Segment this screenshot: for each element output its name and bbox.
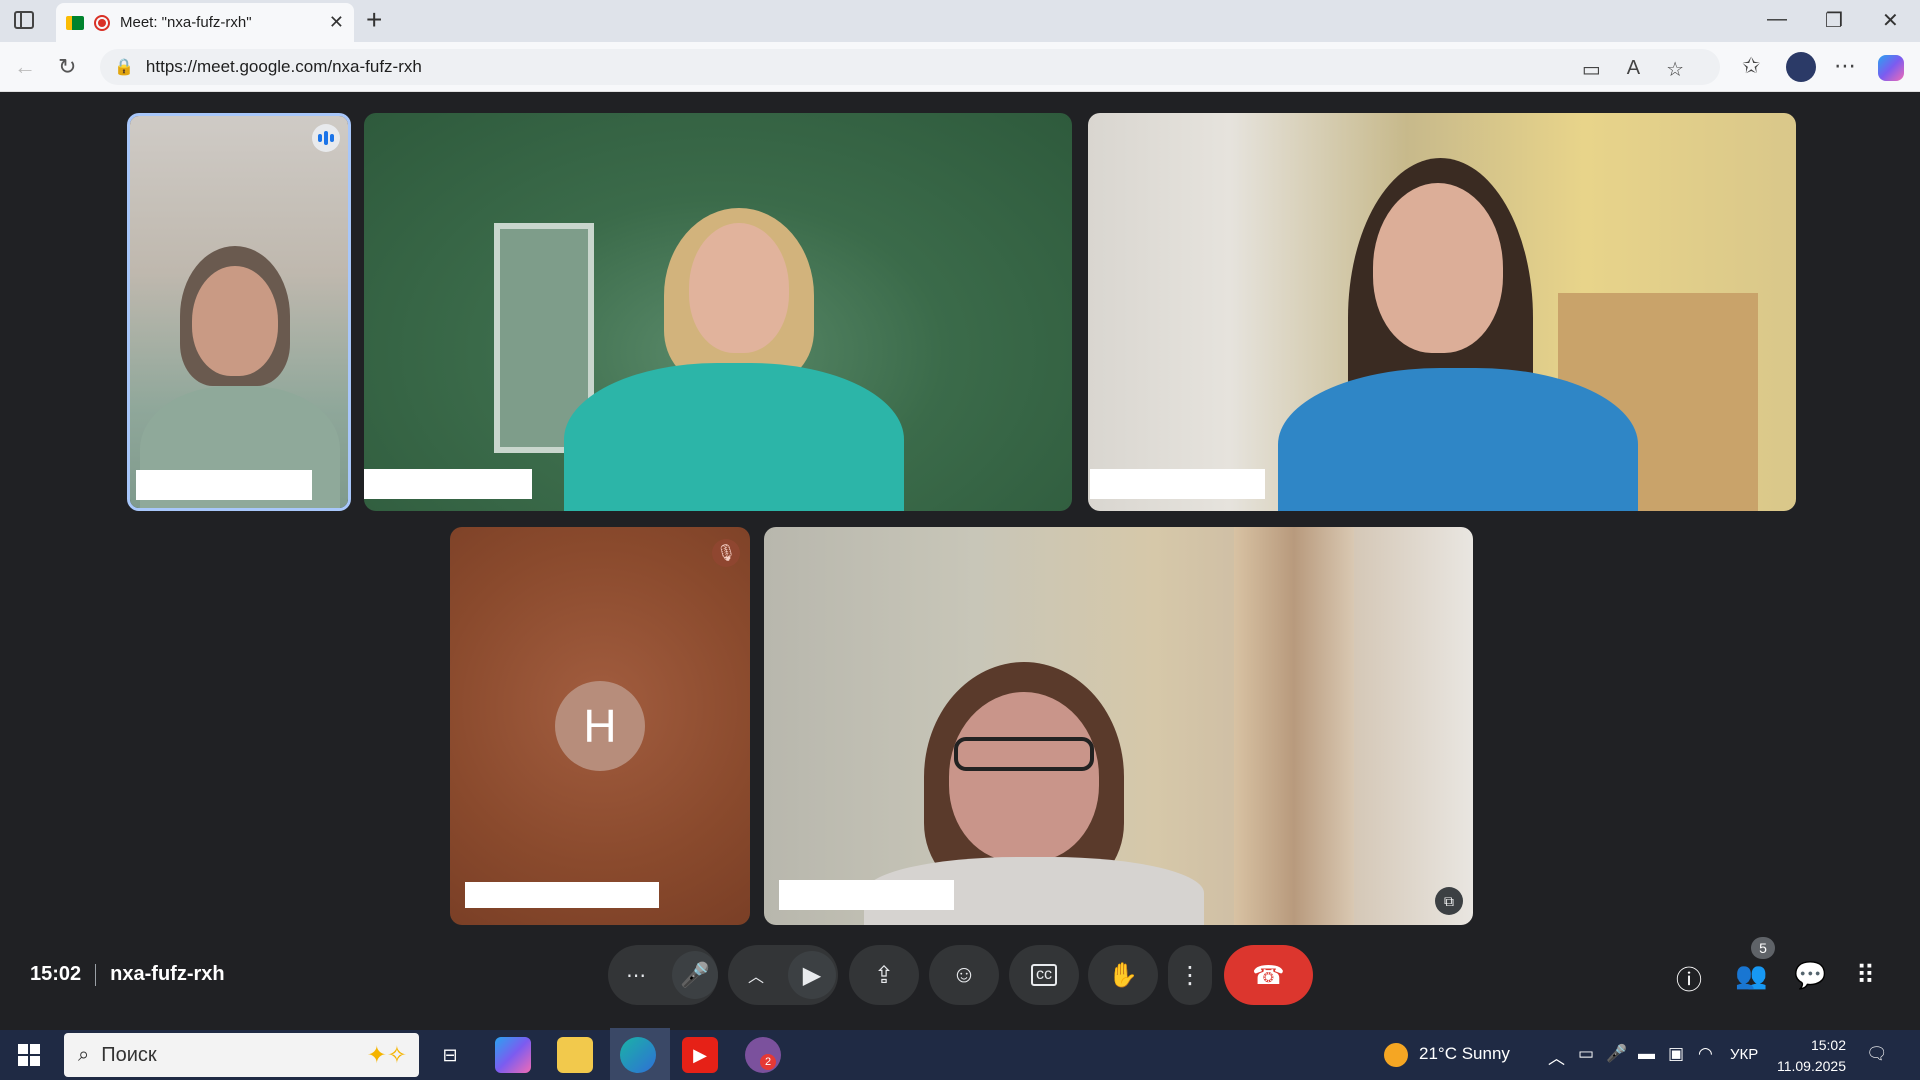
camera-icon[interactable]: ▶ bbox=[788, 951, 837, 999]
camera-in-use-icon[interactable]: ▭ bbox=[1582, 57, 1601, 82]
read-aloud-icon[interactable]: A bbox=[1627, 57, 1640, 82]
weather-text[interactable]: 21°C Sunny bbox=[1419, 1044, 1510, 1064]
people-icon[interactable]: 👥 bbox=[1735, 960, 1767, 991]
participant-tile-4[interactable]: 🎙 H bbox=[450, 527, 750, 925]
display-icon[interactable]: ▣ bbox=[1668, 1044, 1684, 1064]
call-controls: ⋯ 🎤 ︿ ▶ ⇪ ☺ cc ✋ ⋮ ☎ bbox=[0, 945, 1920, 1005]
search-icon: ⌕ bbox=[78, 1043, 90, 1066]
speaking-indicator-icon bbox=[312, 124, 340, 152]
meet-favicon-icon bbox=[66, 15, 84, 30]
captions-icon: cc bbox=[1031, 964, 1057, 986]
participant-video bbox=[130, 116, 348, 508]
browser-tab-bar: Meet: "nxa-fufz-rxh" ✕ + — ❐ ✕ bbox=[0, 0, 1920, 42]
participant-video bbox=[1088, 113, 1796, 511]
windows-taskbar: ⌕ Поиск ✦✧ ⊟ ▶ 2 21°C Sunny ︿ ▭ 🎤 ▬ ▣ ◠ … bbox=[0, 1030, 1920, 1080]
restore-icon[interactable]: ❐ bbox=[1825, 8, 1843, 33]
youtube-icon[interactable]: ▶ bbox=[682, 1037, 718, 1073]
viber-badge: 2 bbox=[760, 1054, 776, 1070]
start-windows-icon[interactable] bbox=[18, 1044, 40, 1066]
notifications-icon[interactable]: 🗨 bbox=[1866, 1044, 1888, 1064]
more-menu-icon[interactable]: ⋯ bbox=[1834, 53, 1856, 79]
participant-tile-2[interactable] bbox=[364, 113, 1072, 511]
favorite-star-icon[interactable]: ☆ bbox=[1666, 57, 1684, 82]
microphone-tray-icon[interactable]: 🎤 bbox=[1606, 1044, 1627, 1064]
url-field[interactable]: 🔒 https://meet.google.com/nxa-fufz-rxh ▭… bbox=[100, 49, 1720, 85]
profile-avatar[interactable] bbox=[1786, 52, 1816, 82]
taskbar-search[interactable]: ⌕ Поиск ✦✧ bbox=[64, 1033, 419, 1077]
site-info-icon[interactable]: 🔒 bbox=[114, 57, 134, 77]
task-view-icon[interactable]: ⊟ bbox=[432, 1037, 468, 1073]
participant-name-label bbox=[1090, 469, 1265, 499]
meeting-details-icon[interactable]: ⓘ bbox=[1676, 960, 1702, 997]
tab-title: Meet: "nxa-fufz-rxh" bbox=[120, 14, 252, 31]
participant-avatar: H bbox=[555, 681, 645, 771]
show-hidden-icons-chevron-icon[interactable]: ︿ bbox=[1548, 1044, 1565, 1069]
sidebar-toggle-icon[interactable] bbox=[14, 11, 34, 29]
muted-mic-icon: 🎙 bbox=[712, 539, 740, 567]
vertical-dots-icon: ⋮ bbox=[1178, 961, 1202, 989]
participant-tile-1[interactable] bbox=[127, 113, 351, 511]
edge-browser-icon[interactable] bbox=[620, 1037, 656, 1073]
search-highlight-icon: ✦✧ bbox=[366, 1041, 407, 1069]
present-screen-button[interactable]: ⇪ bbox=[849, 945, 919, 1005]
curtain bbox=[1234, 527, 1354, 925]
search-placeholder: Поиск bbox=[101, 1043, 157, 1066]
meet-stage: 🎙 H ⧉ bbox=[5, 93, 1915, 1025]
browser-tab-meet[interactable]: Meet: "nxa-fufz-rxh" ✕ bbox=[56, 3, 354, 42]
keyboard-language[interactable]: УКР bbox=[1730, 1046, 1758, 1063]
copilot-app-icon[interactable] bbox=[495, 1037, 531, 1073]
captions-button[interactable]: cc bbox=[1009, 945, 1079, 1005]
picture-in-picture-icon[interactable]: ⧉ bbox=[1435, 887, 1463, 915]
participant-name-label bbox=[136, 470, 312, 500]
back-icon[interactable]: ← bbox=[14, 54, 36, 80]
minimize-icon[interactable]: — bbox=[1767, 8, 1787, 31]
weather-sun-icon bbox=[1384, 1043, 1408, 1067]
window-close-icon[interactable]: ✕ bbox=[1882, 8, 1899, 33]
reactions-button[interactable]: ☺ bbox=[929, 945, 999, 1005]
audio-control-group: ⋯ 🎤 bbox=[608, 945, 718, 1005]
system-clock[interactable]: 15:02 11.09.2025 bbox=[1777, 1035, 1846, 1077]
more-options-button[interactable]: ⋮ bbox=[1168, 945, 1212, 1005]
battery-icon[interactable]: ▬ bbox=[1638, 1044, 1655, 1064]
participant-name-label bbox=[779, 880, 954, 910]
emoji-icon: ☺ bbox=[951, 961, 977, 988]
address-bar-row: ← ↻ 🔒 https://meet.google.com/nxa-fufz-r… bbox=[0, 42, 1920, 92]
participant-tile-3[interactable] bbox=[1088, 113, 1796, 511]
copilot-icon[interactable] bbox=[1878, 55, 1904, 81]
glasses bbox=[954, 737, 1094, 771]
hand-icon: ✋ bbox=[1108, 961, 1138, 989]
leave-call-button[interactable]: ☎ bbox=[1224, 945, 1313, 1005]
participant-name-label bbox=[364, 469, 532, 499]
activities-grid-icon[interactable]: ⠿ bbox=[1856, 960, 1875, 991]
file-explorer-icon[interactable] bbox=[557, 1037, 593, 1073]
new-tab-button[interactable]: + bbox=[366, 6, 382, 34]
meet-tray-icon[interactable]: ▭ bbox=[1578, 1044, 1594, 1064]
video-control-group: ︿ ▶ bbox=[728, 945, 838, 1005]
participant-video bbox=[364, 113, 1072, 511]
hang-up-icon: ☎ bbox=[1252, 959, 1285, 990]
video-options-chevron-icon[interactable]: ︿ bbox=[748, 963, 764, 987]
participant-tile-5[interactable]: ⧉ bbox=[764, 527, 1473, 925]
participant-name-label bbox=[465, 882, 659, 908]
microphone-icon[interactable]: 🎤 bbox=[672, 951, 718, 999]
participant-video bbox=[764, 527, 1473, 925]
audio-options-icon[interactable]: ⋯ bbox=[626, 963, 646, 988]
recording-icon bbox=[94, 14, 110, 31]
favorites-icon[interactable]: ✩ bbox=[1742, 53, 1760, 79]
wifi-icon[interactable]: ◠ bbox=[1698, 1044, 1713, 1064]
chat-icon[interactable]: 💬 bbox=[1794, 960, 1826, 991]
raise-hand-button[interactable]: ✋ bbox=[1088, 945, 1158, 1005]
clock-date: 11.09.2025 bbox=[1776, 1058, 1846, 1074]
present-icon: ⇪ bbox=[873, 961, 895, 989]
url-text: https://meet.google.com/nxa-fufz-rxh bbox=[145, 57, 422, 76]
reload-icon[interactable]: ↻ bbox=[58, 54, 76, 80]
close-tab-icon[interactable]: ✕ bbox=[329, 12, 344, 33]
clock-time: 15:02 bbox=[1810, 1037, 1846, 1053]
people-count-badge: 5 bbox=[1751, 937, 1775, 959]
